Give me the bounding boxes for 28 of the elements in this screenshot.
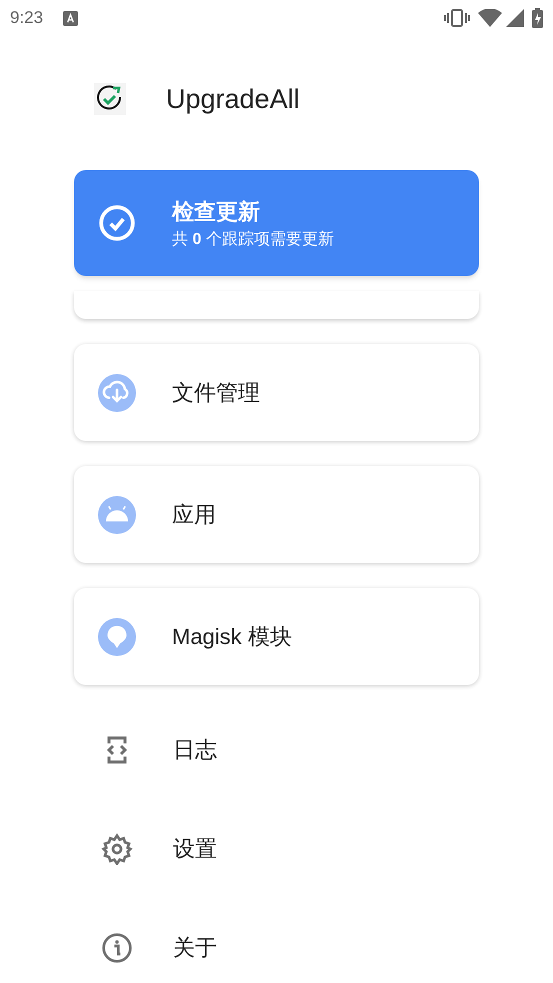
card-title: 检查更新: [172, 198, 261, 226]
keyboard-notification-icon: [63, 10, 78, 26]
wifi-icon: [478, 9, 502, 27]
cloud-download-icon: [98, 374, 136, 412]
menu-card[interactable]: Magisk 模块: [74, 588, 479, 685]
menu-item[interactable]: 日志: [74, 712, 479, 787]
android-icon: [98, 496, 136, 534]
menu-item[interactable]: 设置: [74, 811, 479, 886]
signal-icon: [506, 9, 524, 27]
status-time: 9:23: [10, 7, 44, 30]
vibrate-icon: [444, 9, 470, 27]
check-updates-card[interactable]: 检查更新 共 0 个跟踪项需要更新: [74, 170, 479, 276]
check-circle-icon: [98, 204, 136, 242]
menu-label: 日志: [173, 736, 217, 764]
menu-label: 文件管理: [172, 379, 260, 407]
app-title: UpgradeAll: [166, 82, 300, 116]
battery-icon: [532, 8, 543, 28]
menu-label: 关于: [173, 934, 217, 962]
menu-label: 应用: [172, 501, 216, 529]
card-subtitle: 共 0 个跟踪项需要更新: [172, 230, 334, 250]
info-icon: [101, 932, 133, 964]
menu-card[interactable]: 文件管理: [74, 344, 479, 441]
menu-label: Magisk 模块: [172, 623, 292, 651]
menu-label: 设置: [173, 835, 217, 863]
settings-icon: [101, 832, 133, 864]
menu-card[interactable]: 应用: [74, 466, 479, 563]
menu-item[interactable]: 关于: [74, 910, 479, 983]
app-logo-icon: [94, 83, 126, 115]
